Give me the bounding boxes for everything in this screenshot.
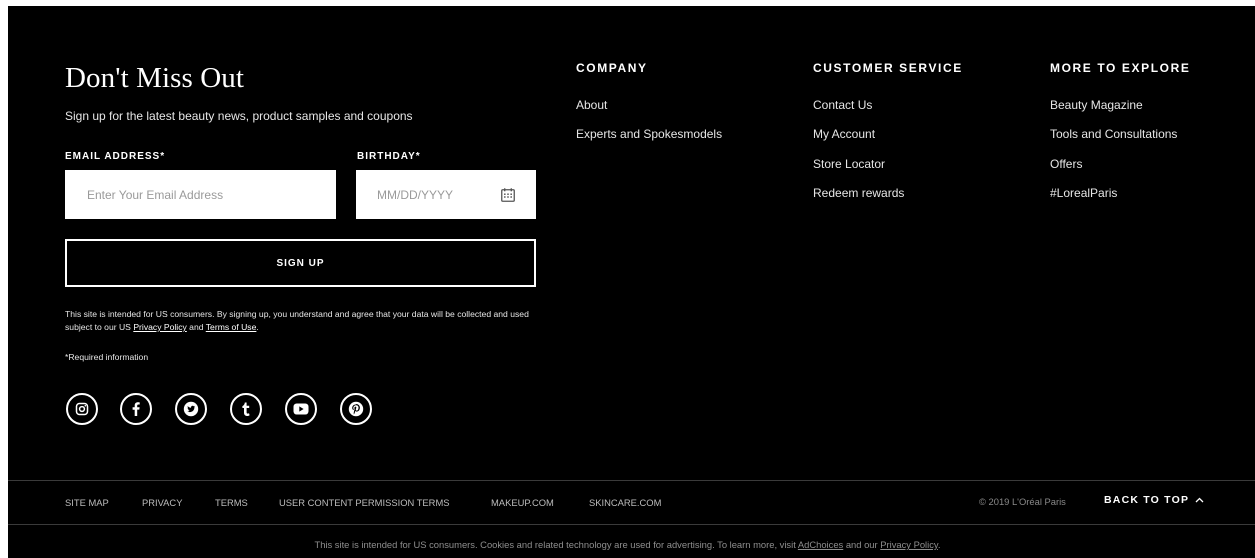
explore-link-tools[interactable]: Tools and Consultations <box>1050 127 1177 141</box>
tumblr-button[interactable] <box>230 393 262 425</box>
copyright: © 2019 L'Oréal Paris <box>979 496 1066 507</box>
signup-subtitle: Sign up for the latest beauty news, prod… <box>65 109 413 123</box>
legal-and: and <box>186 322 206 332</box>
privacy-policy-link[interactable]: Privacy Policy <box>133 322 186 332</box>
bottom-link-terms[interactable]: TERMS <box>215 497 248 508</box>
explore-heading: MORE TO EXPLORE <box>1050 61 1191 75</box>
back-to-top-label: BACK TO TOP <box>1104 494 1190 506</box>
cs-link-redeem[interactable]: Redeem rewards <box>813 186 904 200</box>
company-link-about[interactable]: About <box>576 98 607 112</box>
tumblr-icon <box>242 402 250 416</box>
youtube-icon <box>293 403 309 415</box>
facebook-icon <box>132 402 140 416</box>
bottom-link-makeup[interactable]: MAKEUP.COM <box>491 497 554 508</box>
pinterest-icon <box>348 401 364 417</box>
twitter-icon <box>183 401 199 417</box>
footnote-middle: and our <box>843 539 881 550</box>
company-heading: COMPANY <box>576 61 648 75</box>
explore-link-hashtag[interactable]: #LorealParis <box>1050 186 1117 200</box>
calendar-icon[interactable] <box>501 188 515 202</box>
birthday-field-wrapper <box>356 170 536 219</box>
customer-service-heading: CUSTOMER SERVICE <box>813 61 963 75</box>
bottom-link-skincare[interactable]: SKINCARE.COM <box>589 497 661 508</box>
footnote-text: This site is intended for US consumers. … <box>314 539 798 550</box>
footnote-end: . <box>937 539 941 550</box>
divider <box>8 524 1255 525</box>
youtube-button[interactable] <box>285 393 317 425</box>
legal-disclaimer: This site is intended for US consumers. … <box>65 308 535 334</box>
cs-link-contact[interactable]: Contact Us <box>813 98 872 112</box>
instagram-button[interactable] <box>66 393 98 425</box>
birthday-field[interactable] <box>356 170 486 219</box>
footer: Don't Miss Out Sign up for the latest be… <box>0 0 1255 558</box>
cs-link-account[interactable]: My Account <box>813 127 875 141</box>
pinterest-button[interactable] <box>340 393 372 425</box>
legal-suffix: . <box>256 322 259 332</box>
terms-of-use-link[interactable]: Terms of Use <box>206 322 257 332</box>
explore-link-offers[interactable]: Offers <box>1050 157 1082 171</box>
birthday-label: BIRTHDAY* <box>357 151 421 162</box>
footnote-privacy-link[interactable]: Privacy Policy <box>880 539 938 550</box>
email-label: EMAIL ADDRESS* <box>65 151 166 162</box>
bottom-link-privacy[interactable]: PRIVACY <box>142 497 182 508</box>
twitter-button[interactable] <box>175 393 207 425</box>
bottom-link-site-map[interactable]: SITE MAP <box>65 497 109 508</box>
instagram-icon <box>75 402 89 416</box>
sign-up-button[interactable]: SIGN UP <box>65 239 536 287</box>
divider <box>8 480 1255 481</box>
required-note: *Required information <box>65 352 149 362</box>
cs-link-store-locator[interactable]: Store Locator <box>813 157 885 171</box>
company-link-experts[interactable]: Experts and Spokesmodels <box>576 127 722 141</box>
signup-title: Don't Miss Out <box>65 62 245 94</box>
back-to-top-button[interactable]: BACK TO TOP <box>1104 494 1204 506</box>
adchoices-link[interactable]: AdChoices <box>798 539 843 550</box>
facebook-button[interactable] <box>120 393 152 425</box>
explore-link-magazine[interactable]: Beauty Magazine <box>1050 98 1143 112</box>
advertising-footnote: This site is intended for US consumers. … <box>0 539 1255 550</box>
chevron-up-icon <box>1195 497 1204 503</box>
bottom-link-user-content[interactable]: USER CONTENT PERMISSION TERMS <box>279 497 450 508</box>
email-field[interactable] <box>65 170 336 219</box>
